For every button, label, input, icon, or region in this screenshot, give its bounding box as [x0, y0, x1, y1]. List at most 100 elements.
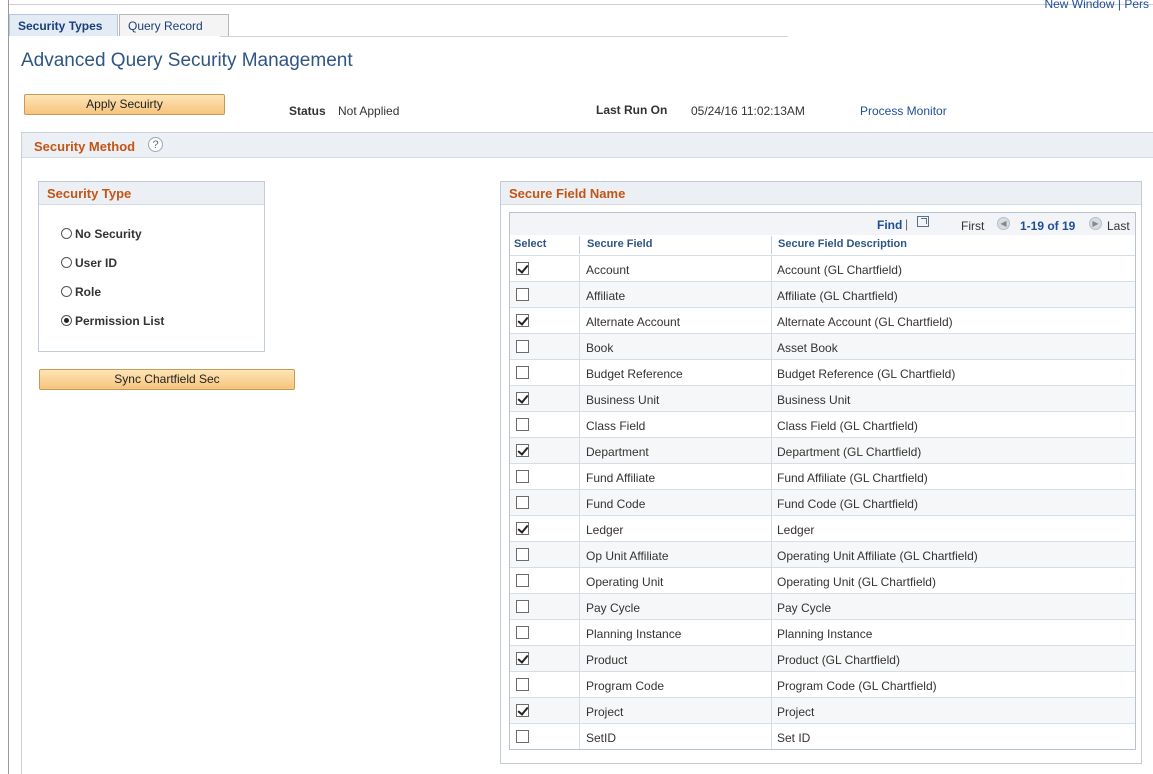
radio-button-icon[interactable] [61, 257, 72, 268]
column-divider [579, 672, 580, 697]
security-type-title: Security Type [47, 186, 132, 201]
select-checkbox[interactable] [516, 444, 529, 457]
select-checkbox[interactable] [516, 652, 529, 665]
column-divider [579, 308, 580, 333]
table-row: Project Project [510, 697, 1135, 723]
column-divider [771, 542, 772, 567]
next-row-icon[interactable]: ▶ [1089, 217, 1102, 230]
last-run-label: Last Run On [596, 103, 668, 117]
radio-label: Permission List [75, 314, 165, 328]
table-row: Account Account (GL Chartfield) [510, 255, 1135, 281]
radio-no-security[interactable]: No Security [61, 227, 142, 241]
secure-field-description-cell: Asset Book [777, 341, 838, 355]
column-divider [579, 646, 580, 671]
select-checkbox[interactable] [516, 678, 529, 691]
select-checkbox[interactable] [516, 288, 529, 301]
column-divider [579, 594, 580, 619]
select-checkbox[interactable] [516, 574, 529, 587]
column-divider [579, 542, 580, 567]
last-link[interactable]: Last [1107, 219, 1130, 233]
radio-role[interactable]: Role [61, 285, 101, 299]
page-title: Advanced Query Security Management [21, 50, 353, 71]
column-header-select[interactable]: Select [514, 238, 546, 250]
process-monitor-link[interactable]: Process Monitor [860, 104, 947, 118]
personalize-link[interactable]: Pers [1124, 0, 1149, 11]
top-links: New Window | Pers [1044, 0, 1149, 11]
column-divider [771, 360, 772, 385]
column-divider [771, 490, 772, 515]
secure-field-description-cell: Operating Unit (GL Chartfield) [777, 575, 936, 589]
secure-field-cell: Product [586, 653, 628, 667]
table-row: Budget Reference Budget Reference (GL Cha… [510, 359, 1135, 385]
help-icon[interactable]: ? [148, 137, 163, 152]
column-divider [771, 438, 772, 463]
secure-field-description-cell: Business Unit [777, 393, 851, 407]
secure-field-description-cell: Operating Unit Affiliate (GL Chartfield) [777, 549, 978, 563]
secure-field-description-cell: Affiliate (GL Chartfield) [777, 289, 898, 303]
select-checkbox[interactable] [516, 522, 529, 535]
select-checkbox[interactable] [516, 262, 529, 275]
view-all-popout-icon[interactable] [917, 216, 929, 227]
radio-button-icon[interactable] [61, 228, 72, 239]
secure-field-cell: Business Unit [586, 393, 660, 407]
column-divider [771, 464, 772, 489]
secure-field-cell: Op Unit Affiliate [586, 549, 669, 563]
tab-underline [220, 36, 788, 37]
radio-permission-list[interactable]: Permission List [61, 314, 164, 328]
column-divider [771, 698, 772, 723]
column-divider [579, 620, 580, 645]
column-divider [579, 360, 580, 385]
column-divider [771, 620, 772, 645]
select-checkbox[interactable] [516, 548, 529, 561]
select-checkbox[interactable] [516, 626, 529, 639]
table-row: Business Unit Business Unit [510, 385, 1135, 411]
secure-field-cell: Fund Affiliate [586, 471, 656, 485]
column-divider [579, 464, 580, 489]
column-header-secure-field[interactable]: Secure Field [587, 238, 652, 250]
secure-field-description-cell: Class Field (GL Chartfield) [777, 419, 918, 433]
select-checkbox[interactable] [516, 314, 529, 327]
select-checkbox[interactable] [516, 730, 529, 743]
select-checkbox[interactable] [516, 340, 529, 353]
find-link[interactable]: Find [877, 218, 902, 232]
table-row: Alternate Account Alternate Account (GL C… [510, 307, 1135, 333]
radio-button-selected-icon[interactable] [61, 315, 72, 326]
secure-field-description-cell: Planning Instance [777, 627, 873, 641]
first-link[interactable]: First [961, 219, 984, 233]
column-divider [771, 516, 772, 541]
secure-field-cell: Ledger [586, 523, 624, 537]
select-checkbox[interactable] [516, 392, 529, 405]
sync-chartfield-button[interactable]: Sync Chartfield Sec [39, 369, 295, 390]
secure-field-description-cell: Account (GL Chartfield) [777, 263, 902, 277]
column-divider [579, 438, 580, 463]
secure-field-cell: Operating Unit [586, 575, 664, 589]
secure-field-cell: SetID [586, 731, 617, 745]
radio-button-icon[interactable] [61, 286, 72, 297]
select-checkbox[interactable] [516, 418, 529, 431]
row-range: 1-19 of 19 [1020, 219, 1076, 233]
select-checkbox[interactable] [516, 704, 529, 717]
secure-field-cell: Planning Instance [586, 627, 682, 641]
secure-field-description-cell: Ledger [777, 523, 815, 537]
column-divider [579, 698, 580, 723]
secure-field-cell: Alternate Account [586, 315, 681, 329]
select-checkbox[interactable] [516, 470, 529, 483]
select-checkbox[interactable] [516, 600, 529, 613]
security-type-header: Security Type [39, 182, 264, 205]
column-divider [771, 412, 772, 437]
tab-security-types[interactable]: Security Types [9, 14, 118, 36]
new-window-link[interactable]: New Window [1044, 0, 1114, 11]
radio-label: User ID [75, 256, 118, 270]
select-checkbox[interactable] [516, 366, 529, 379]
column-header-description[interactable]: Secure Field Description [778, 238, 907, 250]
secure-field-cell: Program Code [586, 679, 665, 693]
previous-row-icon[interactable]: ◀ [997, 217, 1010, 230]
tab-query-record[interactable]: Query Record [119, 14, 229, 36]
radio-user-id[interactable]: User ID [61, 256, 117, 270]
column-divider [771, 282, 772, 307]
select-checkbox[interactable] [516, 496, 529, 509]
find-separator: | [905, 217, 909, 231]
apply-security-button[interactable]: Apply Secuirty [24, 94, 225, 115]
table-row: Ledger Ledger [510, 515, 1135, 541]
column-divider [771, 256, 772, 281]
